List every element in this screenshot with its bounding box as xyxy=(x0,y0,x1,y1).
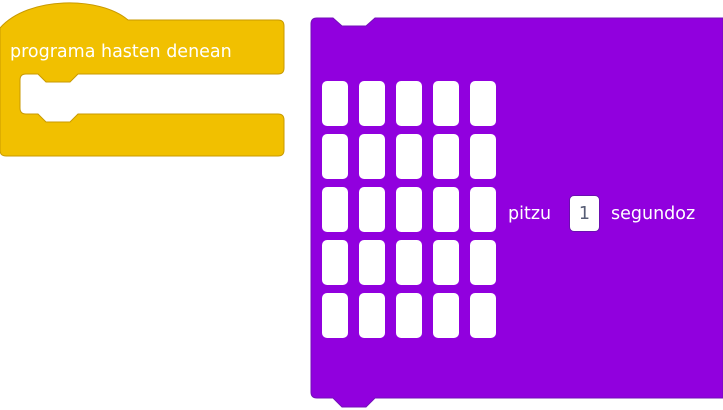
led-cell[interactable] xyxy=(433,134,459,179)
led-cell[interactable] xyxy=(322,240,348,285)
led-cell[interactable] xyxy=(359,81,385,126)
led-cell[interactable] xyxy=(322,293,348,338)
led-cell[interactable] xyxy=(470,187,496,232)
led-cell[interactable] xyxy=(359,134,385,179)
led-cell[interactable] xyxy=(433,81,459,126)
led-cell[interactable] xyxy=(396,81,422,126)
led-cell[interactable] xyxy=(470,240,496,285)
led-cell[interactable] xyxy=(359,187,385,232)
workspace-canvas[interactable]: programa hasten denean pitzu 1 segundoz xyxy=(0,0,723,410)
led-cell[interactable] xyxy=(396,240,422,285)
led-cell[interactable] xyxy=(433,240,459,285)
led-cell[interactable] xyxy=(470,134,496,179)
led-cell[interactable] xyxy=(470,81,496,126)
seconds-label: segundoz xyxy=(611,204,696,224)
led-cell[interactable] xyxy=(359,293,385,338)
led-cell[interactable] xyxy=(359,240,385,285)
led-cell[interactable] xyxy=(396,134,422,179)
duration-value: 1 xyxy=(578,203,591,224)
led-cell[interactable] xyxy=(322,134,348,179)
led-cell[interactable] xyxy=(322,187,348,232)
led-cell[interactable] xyxy=(433,187,459,232)
led-cell[interactable] xyxy=(396,187,422,232)
show-label: pitzu xyxy=(508,204,552,224)
duration-input[interactable]: 1 xyxy=(569,195,600,232)
led-cell[interactable] xyxy=(322,81,348,126)
led-grid xyxy=(322,81,496,340)
led-cell[interactable] xyxy=(470,293,496,338)
led-cell[interactable] xyxy=(396,293,422,338)
led-cell[interactable] xyxy=(433,293,459,338)
